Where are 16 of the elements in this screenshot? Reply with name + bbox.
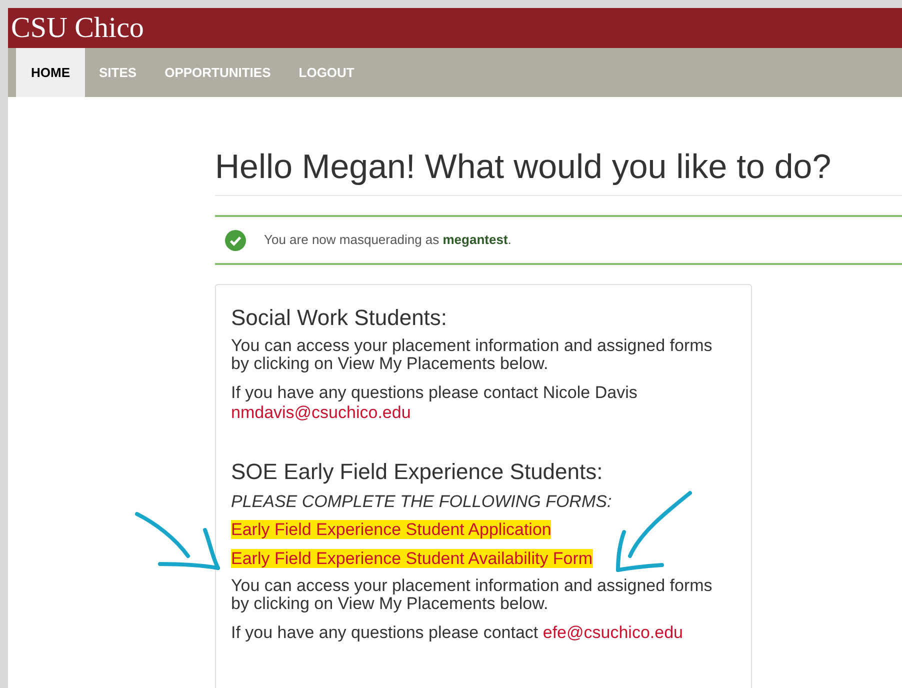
check-icon xyxy=(225,230,246,250)
email-link[interactable]: efe@csuchico.edu xyxy=(542,623,683,642)
info-text: You can access your placement information and assigned forms by clicking on View My Placements below. xyxy=(231,577,714,613)
contact-text: If you have any questions please contact Nicole Davis nmdavis@csuchico.edu xyxy=(231,383,638,423)
alert-message: You are now masquerading as megantest. xyxy=(264,231,512,250)
section-title: SOE Early Field Experience Students: xyxy=(231,459,604,485)
email-link[interactable]: nmdavis@csuchico.edu xyxy=(231,403,411,422)
site-title[interactable]: CSU Chico xyxy=(11,14,144,42)
nav-tab[interactable]: HOME xyxy=(16,48,85,97)
form-link[interactable]: Early Field Experience Student Availability Form xyxy=(231,549,593,568)
info-text: You can access your placement information and assigned forms by clicking on View My Placements below. xyxy=(231,337,714,373)
instruction-text: PLEASE COMPLETE THE FOLLOWING FORMS: xyxy=(231,491,613,513)
form-link[interactable]: Early Field Experience Student Application xyxy=(231,520,552,539)
page-heading: Hello Megan! What would you like to do? xyxy=(215,147,832,188)
section-title: Social Work Students: xyxy=(231,305,448,331)
contact-text: If you have any questions please contact efe@csuchico.edu xyxy=(231,623,684,643)
